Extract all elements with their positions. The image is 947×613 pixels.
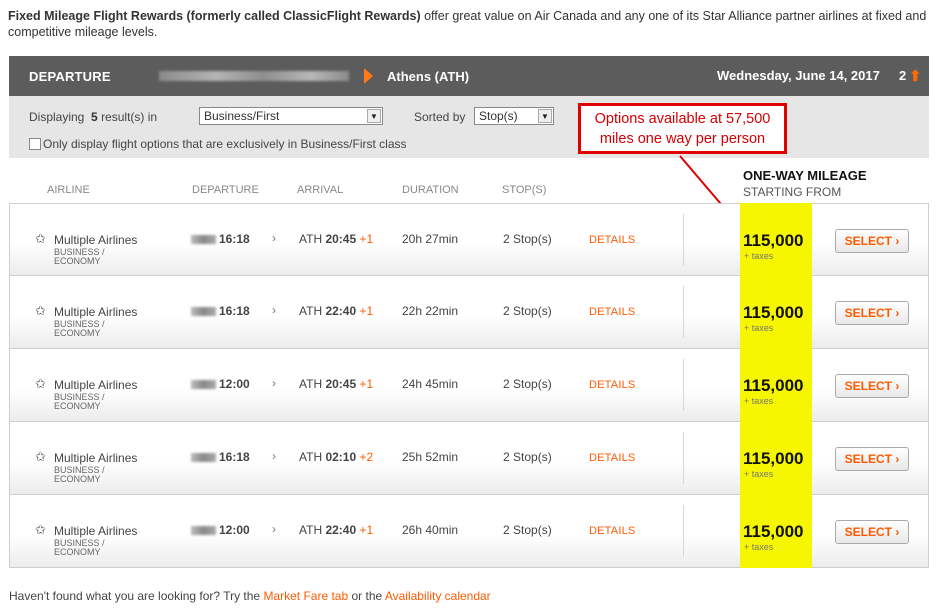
duration: 26h 40min [402,523,459,537]
star-icon: ✩ [35,522,46,537]
stops: 2 Stop(s) [503,232,552,246]
star-icon: ✩ [35,449,46,464]
duration: 20h 27min [402,232,459,246]
origin-code-blurred [191,307,216,316]
select-button[interactable]: SELECT › [835,374,909,398]
col-arrival: ARRIVAL [297,184,344,196]
cabin-class: BUSINESS / ECONOMY [54,319,105,338]
flight-row: ✩ Multiple Airlines BUSINESS / ECONOMY 12… [9,494,929,568]
chevron-right-icon: › [272,522,276,536]
taxes-note: + taxes [744,396,774,406]
mileage-value: 115,000 [743,303,804,322]
origin-code-blurred [191,235,216,244]
cabin-class: BUSINESS / ECONOMY [54,538,105,557]
divider [683,286,684,338]
arrival: ATH 02:10 +2 [299,450,374,464]
stops: 2 Stop(s) [503,450,552,464]
stops: 2 Stop(s) [503,523,552,537]
col-stops: STOP(S) [502,184,547,196]
flight-row: ✩ Multiple Airlines BUSINESS / ECONOMY 16… [9,275,929,349]
star-icon: ✩ [35,376,46,391]
departure-time: 12:00 [219,523,250,537]
chevron-right-icon: › [272,303,276,317]
stops: 2 Stop(s) [503,304,552,318]
taxes-note: + taxes [744,323,774,333]
divider [683,359,684,411]
origin-code-blurred [191,380,216,389]
duration: 24h 45min [402,377,459,391]
departure-time: 16:18 [219,450,250,464]
col-departure: DEPARTURE [192,184,259,196]
departure-time: 16:18 [219,304,250,318]
airline-name: Multiple Airlines [54,233,138,247]
divider [683,505,684,557]
arrival: ATH 22:40 +1 [299,523,374,537]
flight-row: ✩ Multiple Airlines BUSINESS / ECONOMY 12… [9,348,929,422]
details-link[interactable]: DETAILS [589,452,635,464]
details-link[interactable]: DETAILS [589,379,635,391]
mileage-value: 115,000 [743,522,804,541]
availability-calendar-link[interactable]: Availability calendar [385,589,491,603]
select-button[interactable]: SELECT › [835,229,909,253]
duration: 22h 22min [402,304,459,318]
details-link[interactable]: DETAILS [589,525,635,537]
stops: 2 Stop(s) [503,377,552,391]
arrival: ATH 22:40 +1 [299,304,374,318]
market-fare-link[interactable]: Market Fare tab [263,589,348,603]
select-button[interactable]: SELECT › [835,447,909,471]
departure-time: 16:18 [219,232,250,246]
mileage-value: 115,000 [743,449,804,468]
chevron-right-icon: › [272,231,276,245]
cabin-class: BUSINESS / ECONOMY [54,465,105,484]
taxes-note: + taxes [744,251,774,261]
taxes-note: + taxes [744,542,774,552]
airline-name: Multiple Airlines [54,378,138,392]
cabin-class: BUSINESS / ECONOMY [54,392,105,411]
airline-name: Multiple Airlines [54,451,138,465]
flight-row: ✩ Multiple Airlines BUSINESS / ECONOMY 16… [9,203,929,277]
divider [683,432,684,484]
origin-code-blurred [191,453,216,462]
mileage-value: 115,000 [743,376,804,395]
col-airline: AIRLINE [47,184,90,196]
footer-help: Haven't found what you are looking for? … [9,589,491,603]
star-icon: ✩ [35,231,46,246]
chevron-right-icon: › [272,376,276,390]
origin-code-blurred [191,526,216,535]
chevron-right-icon: › [272,449,276,463]
divider [683,214,684,266]
star-icon: ✩ [35,303,46,318]
column-headers: AIRLINE DEPARTURE ARRIVAL DURATION STOP(… [9,184,929,198]
duration: 25h 52min [402,450,459,464]
details-link[interactable]: DETAILS [589,234,635,246]
mileage-value: 115,000 [743,231,804,250]
select-button[interactable]: SELECT › [835,520,909,544]
col-duration: DURATION [402,184,459,196]
airline-name: Multiple Airlines [54,305,138,319]
departure-time: 12:00 [219,377,250,391]
results-list: ✩ Multiple Airlines BUSINESS / ECONOMY 16… [9,203,929,568]
cabin-class: BUSINESS / ECONOMY [54,247,105,266]
details-link[interactable]: DETAILS [589,306,635,318]
flight-row: ✩ Multiple Airlines BUSINESS / ECONOMY 16… [9,421,929,495]
select-button[interactable]: SELECT › [835,301,909,325]
taxes-note: + taxes [744,469,774,479]
mileage-header: ONE-WAY MILEAGE [743,168,867,183]
arrival: ATH 20:45 +1 [299,377,374,391]
arrival: ATH 20:45 +1 [299,232,374,246]
airline-name: Multiple Airlines [54,524,138,538]
